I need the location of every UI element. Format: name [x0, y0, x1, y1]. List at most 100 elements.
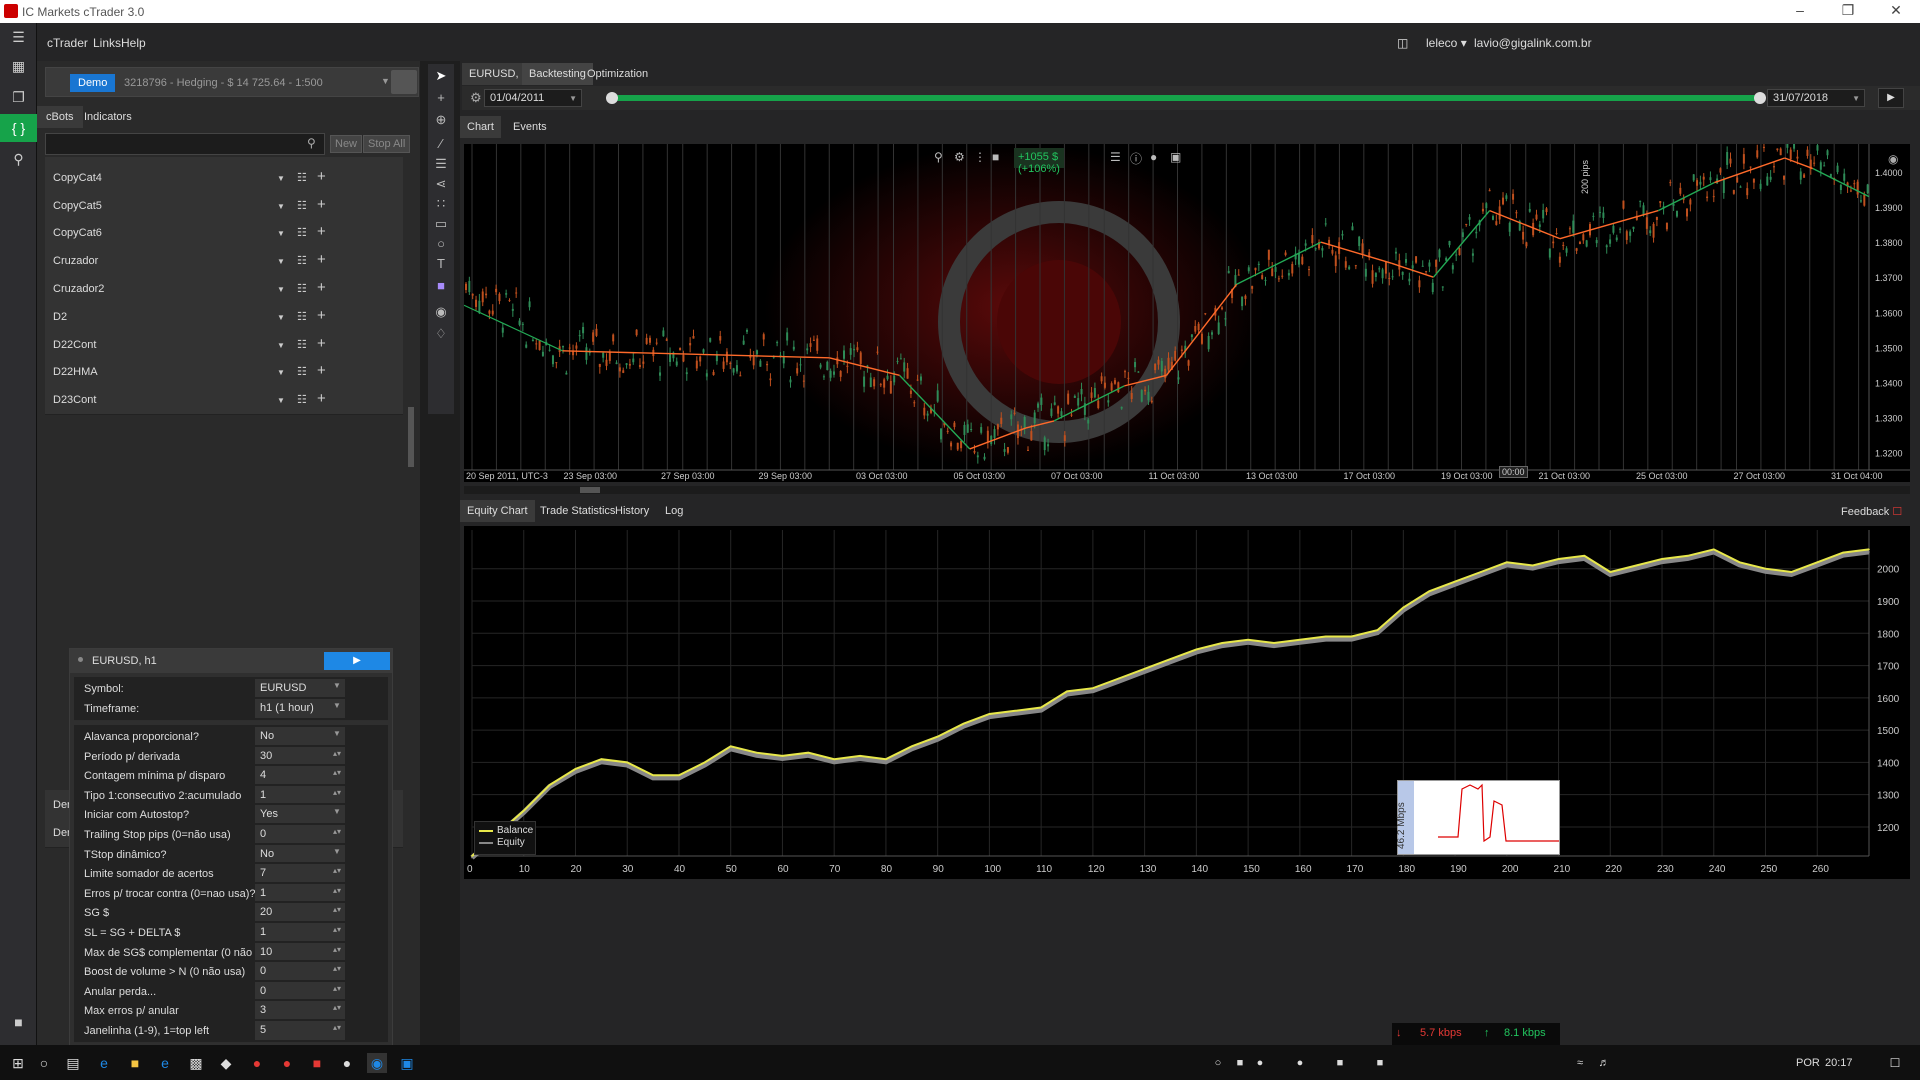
add-instance-icon[interactable]: +: [317, 279, 326, 296]
instances-icon[interactable]: ☷: [297, 226, 307, 239]
instances-icon[interactable]: ☷: [297, 171, 307, 184]
price-chart[interactable]: 1.4000 1.3900 1.3800 1.3700 1.3600 1.3500 1.34…: [464, 144, 1910, 482]
param-input[interactable]: 0: [255, 962, 345, 982]
add-instance-icon[interactable]: +: [317, 196, 326, 213]
tray-icon[interactable]: ○: [1208, 1053, 1228, 1073]
stop-all-button[interactable]: Stop All: [363, 135, 411, 153]
chevron-down-icon[interactable]: ▼: [277, 341, 285, 350]
spinner-icon[interactable]: ▴▾: [333, 768, 341, 777]
spinner-icon[interactable]: ▴▾: [333, 866, 341, 875]
automate-icon[interactable]: { }: [0, 114, 37, 142]
run-backtest-button[interactable]: ▶: [1878, 88, 1904, 108]
spinner-icon[interactable]: ▴▾: [333, 886, 341, 895]
tray-icon[interactable]: ●: [1250, 1053, 1270, 1073]
param-select[interactable]: No: [255, 844, 345, 864]
tab-history[interactable]: History: [608, 500, 656, 522]
candles-icon[interactable]: ⋮: [974, 150, 990, 166]
color-swatch-icon[interactable]: ■: [992, 150, 1008, 166]
app-icon[interactable]: ●: [247, 1053, 267, 1073]
cbot-row[interactable]: D23Cont ▼ ☷ +: [45, 385, 403, 416]
new-button[interactable]: New: [330, 135, 363, 153]
task-view-icon[interactable]: ▤: [63, 1053, 83, 1073]
end-date-field[interactable]: 31/07/2018 ▼: [1767, 89, 1865, 107]
add-instance-icon[interactable]: +: [317, 335, 326, 352]
backtest-progress[interactable]: [610, 95, 1762, 101]
chevron-down-icon[interactable]: ▼: [333, 681, 341, 690]
list-icon[interactable]: ☰: [1110, 150, 1126, 166]
start-date-field[interactable]: 01/04/2011 ▼: [484, 89, 582, 107]
search-input[interactable]: [45, 133, 325, 155]
measure-icon[interactable]: ⊕: [428, 108, 454, 132]
instances-icon[interactable]: ☷: [297, 365, 307, 378]
param-input[interactable]: 7: [255, 864, 345, 884]
feedback-button[interactable]: Feedback ☐: [1841, 505, 1902, 518]
info-icon[interactable]: ⓘ: [1130, 150, 1146, 166]
tab-optimization[interactable]: Optimization: [580, 63, 655, 85]
spinner-icon[interactable]: ▴▾: [333, 1023, 341, 1032]
scrollbar-thumb[interactable]: [408, 407, 414, 467]
chevron-down-icon[interactable]: ▼: [277, 229, 285, 238]
add-instance-icon[interactable]: +: [317, 251, 326, 268]
search-icon[interactable]: ⚲: [307, 136, 316, 150]
spinner-icon[interactable]: ▴▾: [333, 1003, 341, 1012]
param-select[interactable]: EURUSD: [255, 679, 345, 698]
menu-links[interactable]: Links: [93, 36, 121, 50]
app-icon[interactable]: ◆: [216, 1053, 236, 1073]
cbot-row[interactable]: D2 ▼ ☷ +: [45, 301, 403, 332]
add-instance-icon[interactable]: +: [317, 362, 326, 379]
param-input[interactable]: 1: [255, 923, 345, 942]
chevron-down-icon[interactable]: ▼: [333, 701, 341, 710]
param-input[interactable]: 4: [255, 766, 345, 786]
windows-start-icon[interactable]: ⊞: [8, 1053, 28, 1073]
chevron-down-icon[interactable]: ▼: [277, 396, 285, 405]
trade-icon[interactable]: ▦: [0, 52, 37, 80]
add-instance-icon[interactable]: +: [317, 168, 326, 185]
chevron-down-icon[interactable]: ▼: [277, 285, 285, 294]
wifi-icon[interactable]: ≈: [1570, 1053, 1590, 1073]
save-icon[interactable]: ▣: [397, 1053, 417, 1073]
spinner-icon[interactable]: ▴▾: [333, 788, 341, 797]
crosshair-icon[interactable]: +: [428, 86, 454, 110]
add-instance-icon[interactable]: +: [317, 307, 326, 324]
user-menu[interactable]: leleco ▾: [1426, 36, 1467, 50]
account-selector[interactable]: Demo 3218796 - Hedging - $ 14 725.64 - 1…: [45, 67, 419, 97]
param-input[interactable]: 10: [255, 942, 345, 962]
spinner-icon[interactable]: ▴▾: [333, 984, 341, 993]
color-icon[interactable]: ■: [428, 274, 454, 298]
param-input[interactable]: 1: [255, 883, 345, 903]
text-icon[interactable]: T: [428, 252, 454, 276]
robot-icon[interactable]: ▣: [1170, 150, 1186, 166]
folder-icon[interactable]: ■: [125, 1053, 145, 1073]
spinner-icon[interactable]: ▴▾: [333, 905, 341, 914]
tab-events[interactable]: Events: [506, 116, 554, 138]
instances-icon[interactable]: ☷: [297, 254, 307, 267]
language-indicator[interactable]: POR: [1796, 1057, 1820, 1069]
instances-icon[interactable]: ☷: [297, 393, 307, 406]
cbot-row[interactable]: CopyCat5 ▼ ☷ +: [45, 190, 403, 221]
volume-icon[interactable]: ♬: [1594, 1053, 1614, 1073]
tray-icon[interactable]: ●: [1290, 1053, 1310, 1073]
tab-log[interactable]: Log: [658, 500, 690, 522]
minimize-icon[interactable]: –: [1780, 2, 1820, 18]
chevron-down-icon[interactable]: ▼: [277, 174, 285, 183]
chart-settings-icon[interactable]: ⚙: [954, 150, 970, 166]
camera-icon[interactable]: ◉: [428, 300, 454, 324]
edge-icon[interactable]: e: [94, 1053, 114, 1073]
scrollbar-thumb[interactable]: [580, 487, 600, 493]
chart-scrollbar[interactable]: [464, 486, 1910, 494]
spinner-icon[interactable]: ▴▾: [333, 827, 341, 836]
chevron-down-icon[interactable]: ▼: [277, 202, 285, 211]
bell-icon[interactable]: ♢: [428, 322, 454, 346]
param-input[interactable]: 0: [255, 981, 345, 1001]
close-icon[interactable]: ✕: [1876, 2, 1916, 19]
instance-header[interactable]: EURUSD, h1 ▶: [70, 649, 392, 673]
param-input[interactable]: 20: [255, 903, 345, 923]
tab-equity-chart[interactable]: Equity Chart: [460, 500, 535, 522]
param-select[interactable]: h1 (1 hour): [255, 699, 345, 718]
user-email[interactable]: lavio@gigalink.com.br: [1474, 36, 1592, 50]
analyze-icon[interactable]: ⚲: [0, 145, 37, 173]
cbot-row[interactable]: CopyCat6 ▼ ☷ +: [45, 218, 403, 249]
instances-icon[interactable]: ☷: [297, 338, 307, 351]
layout-icon[interactable]: ◫: [1397, 36, 1408, 50]
chevron-down-icon[interactable]: ▼: [277, 313, 285, 322]
